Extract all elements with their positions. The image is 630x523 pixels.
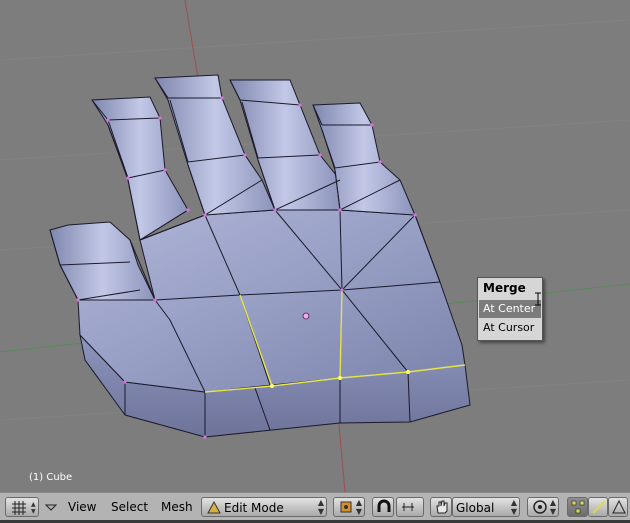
collapse-arrow-icon: [44, 504, 58, 511]
merge-at-cursor-item[interactable]: At Cursor: [479, 319, 541, 337]
menu-mesh[interactable]: Mesh: [159, 497, 195, 517]
svg-text:▲: ▲: [31, 501, 36, 508]
vertex-select-icon: [571, 500, 585, 514]
pivot-dropdown-arrows: ▲ ▼: [355, 498, 362, 516]
snap-element-selector[interactable]: [396, 497, 424, 517]
editor-type-button[interactable]: ▲ ▼: [5, 497, 39, 517]
hand-mesh[interactable]: [49, 74, 471, 439]
pivot-point-selector[interactable]: ▲ ▼: [333, 497, 365, 517]
manipulator-hand-icon: [436, 500, 448, 514]
mode-label: Edit Mode: [224, 501, 284, 515]
merge-popup-title: Merge: [483, 281, 526, 295]
proportional-edit-icon: [533, 500, 547, 514]
palm-top-face: [77, 209, 466, 393]
snap-type-icon: [402, 503, 414, 511]
face-select-mode-button[interactable]: [608, 497, 628, 517]
editor-type-icon: ▲▼: [12, 501, 36, 515]
3d-viewport[interactable]: (1) Cube Merge At Center At Cursor: [0, 0, 630, 492]
pivot-icon: [340, 501, 352, 513]
proportional-edit-selector[interactable]: ▲ ▼: [527, 497, 559, 517]
object-origin-point: [302, 312, 310, 320]
snap-magnet-icon: [377, 499, 391, 512]
mode-selector[interactable]: Edit Mode ▲ ▼: [201, 497, 327, 517]
svg-text:▼: ▼: [31, 508, 36, 515]
menu-view[interactable]: View: [66, 497, 98, 517]
orientation-dropdown-arrows: ▲ ▼: [510, 498, 517, 516]
viewport-scene: [0, 0, 630, 492]
merge-popup-menu: Merge At Center At Cursor: [477, 277, 543, 341]
proportional-dropdown-arrows: ▲ ▼: [549, 498, 556, 516]
object-name-label: (1) Cube: [29, 472, 73, 483]
collapse-menus-button[interactable]: [44, 497, 58, 517]
orientation-label: Global: [456, 501, 495, 515]
mode-icon: [207, 501, 221, 514]
edge-select-icon: [592, 500, 606, 514]
menu-select[interactable]: Select: [109, 497, 150, 517]
edge-select-mode-button[interactable]: [588, 497, 608, 517]
vertex-select-mode-button[interactable]: [567, 497, 588, 517]
merge-at-center-item[interactable]: At Center: [479, 300, 541, 318]
mode-dropdown-arrows: ▲ ▼: [317, 498, 324, 516]
snap-toggle[interactable]: [372, 497, 394, 517]
orientation-selector[interactable]: Global ▲ ▼: [452, 497, 520, 517]
face-select-icon: [612, 499, 626, 514]
viewport-header: ▲ ▼ View Select Mesh Edit Mode ▲ ▼ ▲ ▼ Glob…: [0, 492, 630, 520]
mouse-cursor-icon: [535, 292, 541, 306]
manipulator-toggle[interactable]: [430, 497, 452, 517]
